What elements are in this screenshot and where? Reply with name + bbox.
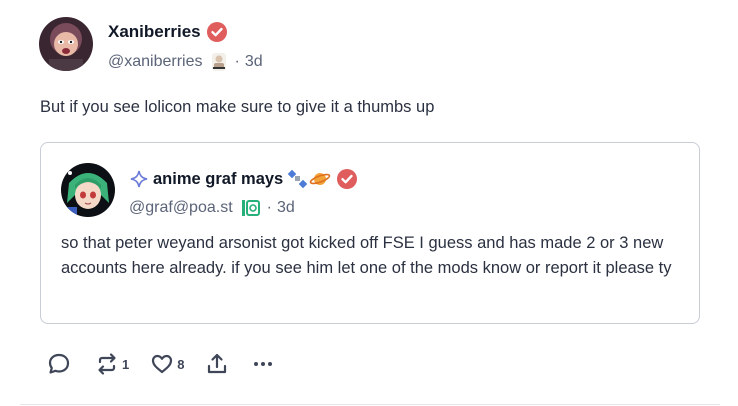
post-actions: 1 8 (46, 350, 296, 378)
quoted-author-meta: @graf@poa.st · 3d (129, 198, 295, 218)
instance-emoji-icon (241, 198, 261, 218)
satellite-emoji-icon (287, 169, 309, 189)
more-button[interactable] (250, 351, 276, 377)
post-divider (20, 404, 720, 405)
quoted-display-name[interactable]: anime graf mays (129, 169, 358, 189)
repost-icon (94, 351, 120, 377)
quoted-handle[interactable]: @graf@poa.st (129, 199, 233, 217)
quoted-verified-badge-icon (337, 169, 358, 189)
author-name-text: Xaniberries (108, 22, 201, 41)
post-text: But if you see lolicon make sure to give… (40, 98, 435, 116)
author-meta: @xaniberries · 3d (108, 52, 263, 72)
quoted-name-text: anime graf mays (153, 169, 284, 188)
verified-badge-icon (206, 22, 227, 42)
planet-emoji-icon (309, 169, 331, 189)
author-display-name[interactable]: Xaniberries (108, 22, 227, 42)
like-count: 8 (177, 356, 185, 372)
quoted-post[interactable]: anime graf mays @graf@poa.st · 3d so tha… (40, 142, 700, 324)
post-card: Xaniberries @xaniberries · 3d But if you… (0, 0, 738, 406)
repost-button[interactable]: 1 (94, 351, 129, 377)
meta-separator: · (234, 53, 240, 70)
share-icon (204, 351, 230, 377)
share-button[interactable] (204, 351, 230, 377)
quoted-post-text: so that peter weyand arsonist got kicked… (61, 234, 672, 277)
like-icon (149, 351, 175, 377)
author-handle[interactable]: @xaniberries (108, 53, 203, 71)
author-avatar[interactable] (39, 17, 93, 71)
quoted-meta-separator: · (266, 199, 272, 216)
quoted-author-avatar[interactable] (61, 163, 115, 217)
repost-count: 1 (122, 356, 130, 372)
like-button[interactable]: 8 (149, 351, 184, 377)
reply-icon (46, 351, 72, 377)
quoted-post-time[interactable]: 3d (277, 199, 295, 217)
emoji-icon (209, 52, 229, 72)
more-icon (250, 351, 276, 377)
sparkle-emoji-icon (129, 169, 149, 189)
reply-button[interactable] (46, 351, 74, 377)
post-time[interactable]: 3d (245, 53, 263, 71)
